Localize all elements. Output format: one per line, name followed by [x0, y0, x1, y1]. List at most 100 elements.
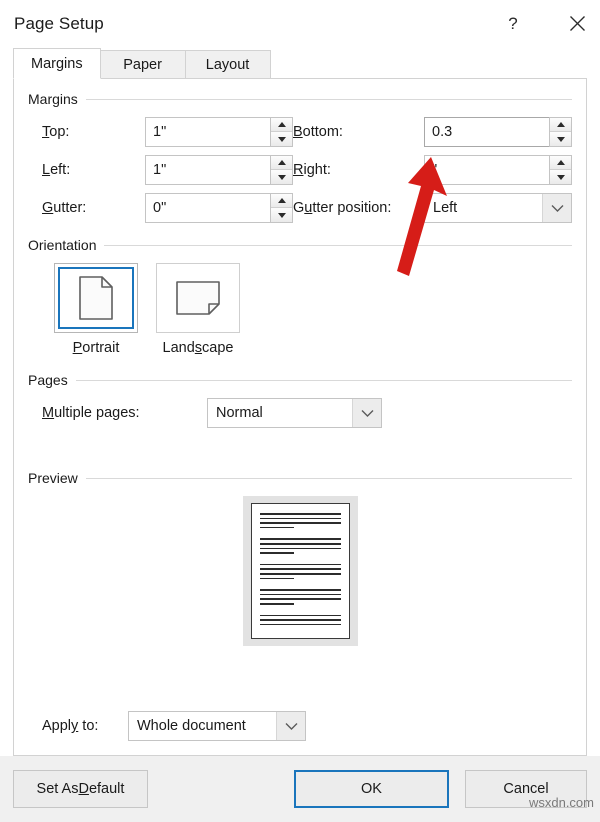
spin-up-icon[interactable]: [550, 118, 571, 132]
preview-group-header: Preview: [28, 470, 572, 486]
group-divider: [85, 98, 572, 100]
orientation-group: Orientation Portrait Landscape: [28, 237, 572, 356]
multiple-pages-select[interactable]: Normal: [207, 398, 382, 428]
right-spinner[interactable]: ": [424, 155, 572, 185]
landscape-label: Landscape: [162, 340, 234, 356]
apply-to-value: Whole document: [137, 718, 246, 734]
top-label: Top:: [42, 124, 70, 140]
preview-group: Preview: [28, 470, 572, 646]
landscape-button[interactable]: [156, 263, 240, 333]
portrait-label: Portrait: [72, 340, 120, 356]
right-label: Right:: [293, 162, 331, 178]
top-spinner[interactable]: 1": [145, 117, 293, 147]
margins-group: Margins Top: 1" Bottom: 0.3 Left: 1" Rig…: [28, 91, 572, 223]
bottom-input[interactable]: 0.3: [424, 117, 549, 147]
tab-strip: Margins Paper Layout: [13, 47, 587, 79]
gutter-position-value: Left: [433, 200, 458, 216]
group-divider: [85, 477, 572, 479]
portrait-page-icon: [79, 276, 113, 320]
preview-group-title: Preview: [28, 470, 78, 486]
spin-down-icon[interactable]: [550, 132, 571, 146]
left-spinner[interactable]: 1": [145, 155, 293, 185]
gutter-spin-buttons[interactable]: [270, 193, 293, 223]
margins-row-1: Top: 1" Bottom: 0.3: [42, 117, 572, 147]
chevron-down-icon[interactable]: [542, 194, 571, 222]
bottom-spinner[interactable]: 0.3: [424, 117, 572, 147]
gutter-label: Gutter:: [42, 200, 87, 216]
margins-group-header: Margins: [28, 91, 572, 107]
left-input[interactable]: 1": [145, 155, 270, 185]
preview-page-shadow: [242, 496, 358, 646]
spin-down-icon[interactable]: [271, 170, 292, 184]
tab-page-margins: Margins Top: 1" Bottom: 0.3 Left: 1" Rig…: [13, 78, 587, 756]
apply-to-label: Apply to:: [42, 718, 99, 734]
chevron-down-icon[interactable]: [276, 712, 305, 740]
margins-row-2: Left: 1" Right: ": [42, 155, 572, 185]
bottom-field-cell: Bottom: 0.3: [293, 117, 572, 147]
gutter-spinner[interactable]: 0": [145, 193, 293, 223]
preview-page: [250, 503, 350, 639]
right-spin-buttons[interactable]: [549, 155, 572, 185]
group-divider: [75, 379, 572, 381]
top-field-cell: Top: 1": [42, 117, 293, 147]
left-spin-buttons[interactable]: [270, 155, 293, 185]
gutter-position-label: Gutter position:: [293, 200, 392, 216]
gutter-field-cell: Gutter: 0": [42, 193, 293, 223]
preview-paragraph: [259, 538, 341, 556]
bottom-label: Bottom:: [293, 124, 343, 140]
margins-fields: Top: 1" Bottom: 0.3 Left: 1" Right: " Gu…: [28, 117, 572, 223]
multiple-pages-row: Multiple pages: Normal: [42, 398, 572, 428]
gutter-position-field-cell: Gutter position: Left: [293, 193, 572, 223]
spin-down-icon[interactable]: [550, 170, 571, 184]
left-label: Left:: [42, 162, 71, 178]
ok-button[interactable]: OK: [294, 770, 449, 808]
multiple-pages-value: Normal: [216, 405, 263, 421]
portrait-selected-frame: [58, 267, 134, 329]
preview-paragraph: [259, 513, 341, 531]
page-setup-dialog: Page Setup ? Margins Paper Layout Margin…: [0, 0, 600, 822]
top-input[interactable]: 1": [145, 117, 270, 147]
title-bar: Page Setup ?: [0, 0, 600, 47]
page-title: Page Setup: [14, 13, 104, 33]
right-field-cell: Right: ": [293, 155, 572, 185]
pages-group-title: Pages: [28, 372, 68, 388]
preview-area: [28, 496, 572, 646]
tab-layout[interactable]: Layout: [184, 50, 271, 79]
gutter-position-select[interactable]: Left: [424, 193, 572, 223]
spin-up-icon[interactable]: [271, 194, 292, 208]
margins-row-3: Gutter: 0" Gutter position: Left: [42, 193, 572, 223]
dialog-body: Margins Paper Layout Margins Top: 1" Bot…: [0, 47, 600, 756]
close-icon[interactable]: [554, 0, 600, 47]
spin-up-icon[interactable]: [271, 156, 292, 170]
tab-paper[interactable]: Paper: [99, 50, 186, 79]
multiple-pages-cell: Multiple pages: Normal: [42, 398, 382, 428]
margins-group-title: Margins: [28, 91, 78, 107]
preview-paragraph: [259, 614, 341, 629]
orientation-group-header: Orientation: [28, 237, 572, 253]
portrait-button[interactable]: [54, 263, 138, 333]
spin-down-icon[interactable]: [271, 208, 292, 222]
orientation-group-title: Orientation: [28, 237, 97, 253]
spin-up-icon[interactable]: [550, 156, 571, 170]
set-as-default-button[interactable]: Set As Default: [13, 770, 148, 808]
spin-up-icon[interactable]: [271, 118, 292, 132]
apply-to-row: Apply to: Whole document: [42, 711, 306, 741]
pages-group: Pages Multiple pages: Normal: [28, 372, 572, 428]
group-divider: [104, 244, 572, 246]
dialog-footer: Set As Default OK Cancel: [0, 756, 600, 822]
orientation-option-landscape[interactable]: Landscape: [156, 263, 240, 356]
tab-margins[interactable]: Margins: [13, 48, 101, 79]
pages-fields: Multiple pages: Normal: [28, 398, 572, 428]
bottom-spin-buttons[interactable]: [549, 117, 572, 147]
preview-paragraph: [259, 589, 341, 607]
gutter-input[interactable]: 0": [145, 193, 270, 223]
apply-to-select[interactable]: Whole document: [128, 711, 306, 741]
top-spin-buttons[interactable]: [270, 117, 293, 147]
chevron-down-icon[interactable]: [352, 399, 381, 427]
pages-group-header: Pages: [28, 372, 572, 388]
spin-down-icon[interactable]: [271, 132, 292, 146]
right-input[interactable]: ": [424, 155, 549, 185]
watermark: wsxdn.com: [528, 795, 594, 810]
help-icon[interactable]: ?: [490, 0, 536, 47]
orientation-option-portrait[interactable]: Portrait: [54, 263, 138, 356]
